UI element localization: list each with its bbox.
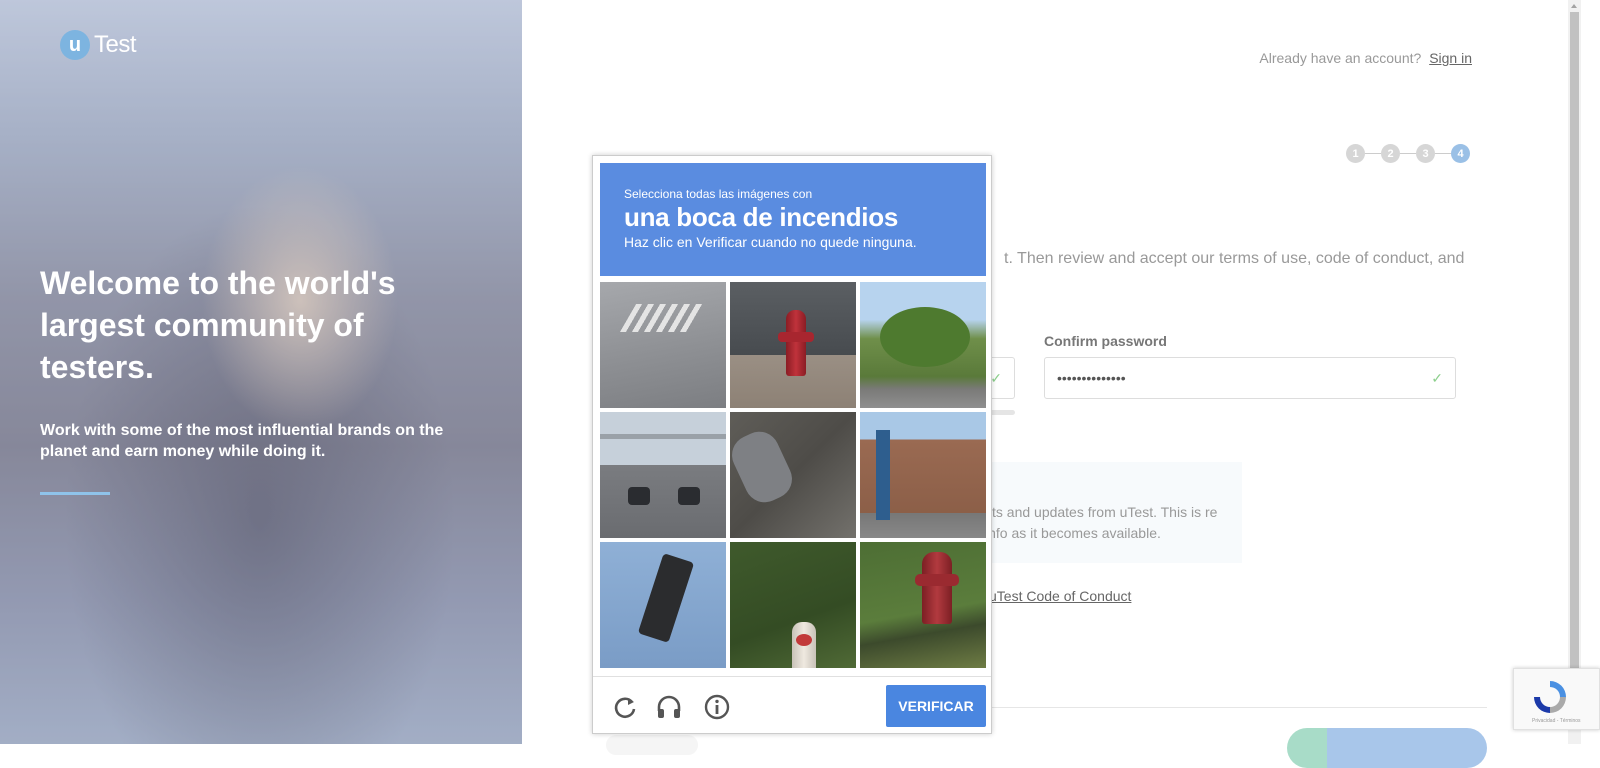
headphones-icon[interactable] [655,693,683,721]
captcha-tile-6[interactable] [860,412,986,538]
hero-divider [40,492,110,495]
captcha-header: Selecciona todas las imágenes con una bo… [600,163,986,276]
fire-hydrant-image [778,310,814,376]
fire-hydrant-image [792,622,816,668]
captcha-image-grid [600,282,987,669]
step-connector [1365,153,1381,154]
step-connector [1400,153,1416,154]
recaptcha-badge[interactable]: Privacidad - Términos [1513,668,1600,730]
captcha-footer: VERIFICAR [593,676,991,734]
captcha-instruction: Selecciona todas las imágenes con [624,187,813,201]
logo-text: Test [94,31,137,58]
captcha-tile-9[interactable] [860,542,986,668]
captcha-hint: Haz clic en Verificar cuando no quede ni… [624,234,917,250]
captcha-tile-7[interactable] [600,542,726,668]
captcha-target: una boca de incendios [624,202,898,232]
hero-title: Welcome to the world's largest community… [40,265,396,385]
captcha-tile-4[interactable] [600,412,726,538]
captcha-dialog: Selecciona todas las imágenes con una bo… [592,155,992,734]
signin-link[interactable]: Sign in [1429,50,1472,66]
reload-icon[interactable] [611,693,639,721]
recaptcha-terms[interactable]: Privacidad - Términos [1532,718,1581,724]
step-4-current: 4 [1451,144,1470,163]
step-connector [1435,153,1451,154]
newsletter-info-text: cts and updates from uTest. This is re i… [985,504,1218,541]
info-icon[interactable] [703,693,731,721]
check-icon: ✓ [1431,369,1443,386]
step-3: 3 [1416,144,1435,163]
fire-hydrant-image [915,552,959,624]
check-icon: ✓ [990,369,1002,386]
confirm-password-value: •••••••••••••• [1057,370,1126,386]
confirm-password-field[interactable]: •••••••••••••• ✓ [1044,357,1456,399]
signin-prompt-text: Already have an account? [1259,50,1422,66]
verify-button[interactable]: VERIFICAR [886,685,986,727]
logo-mark: u [60,30,90,60]
captcha-tile-8[interactable] [730,542,856,668]
captcha-tile-5[interactable] [730,412,856,538]
confirm-password-label: Confirm password [1044,333,1167,349]
scrollbar-thumb[interactable] [1570,12,1579,730]
captcha-tile-3[interactable] [860,282,986,408]
recaptcha-logo-icon [1534,681,1566,713]
signin-prompt: Already have an account? Sign in [1259,50,1472,66]
step-1: 1 [1346,144,1365,163]
form-intro-text: t. Then review and accept our terms of u… [1004,250,1465,267]
scroll-up-arrow-icon[interactable] [1568,0,1581,12]
hero-subtitle: Work with some of the most influential b… [40,422,444,460]
hero-panel: u Test Welcome to the world's largest co… [0,0,522,744]
captcha-tile-2[interactable] [730,282,856,408]
utest-logo[interactable]: u Test [60,30,137,60]
back-button[interactable] [606,735,698,755]
complete-setup-button[interactable] [1287,728,1487,768]
captcha-tile-1[interactable] [600,282,726,408]
step-2: 2 [1381,144,1400,163]
step-indicator: 1 2 3 4 [1346,144,1470,163]
code-of-conduct-link[interactable]: uTest Code of Conduct [989,588,1131,604]
